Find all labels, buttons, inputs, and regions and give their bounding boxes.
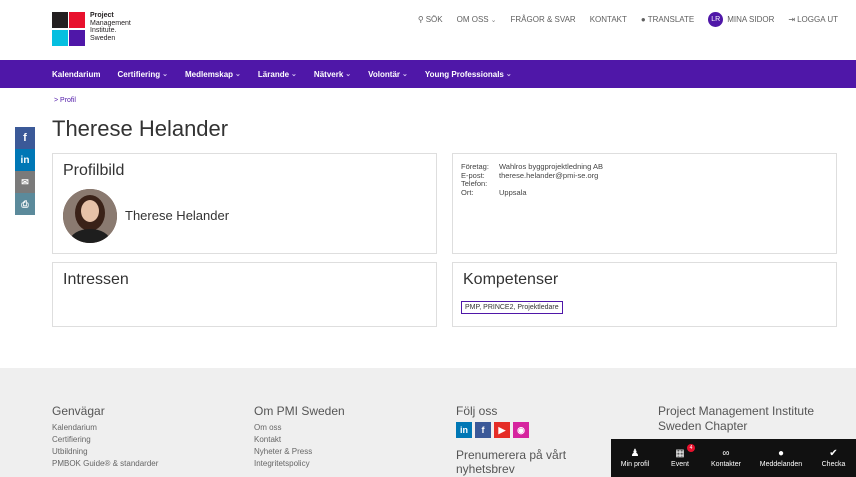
nav-item-larande[interactable]: Lärande ⌄ <box>258 70 297 79</box>
chevron-down-icon: ⌄ <box>490 16 497 24</box>
logout-icon: ⇥ <box>788 15 796 24</box>
meddelanden-button[interactable]: ● Meddelanden <box>751 439 811 477</box>
city-row: Ort: Uppsala <box>461 187 527 197</box>
translate-link[interactable]: ● TRANSLATE <box>641 15 694 24</box>
footer-link[interactable]: Integritetspolicy <box>254 458 345 470</box>
footer-shortcuts: Genvägar Kalendarium Certifiering Utbild… <box>52 404 159 470</box>
member-action-bar: ♟ Min profil ▦ 4 Event ∞ Kontakter ● Med… <box>611 439 856 477</box>
kontakt-link[interactable]: KONTAKT <box>590 15 627 24</box>
nav-item-medlemskap[interactable]: Medlemskap ⌄ <box>185 70 241 79</box>
linkedin-icon[interactable]: in <box>15 149 35 171</box>
linkedin-icon[interactable]: in <box>456 422 472 438</box>
instagram-icon[interactable]: ◉ <box>513 422 529 438</box>
footer-about: Om PMI Sweden Om oss Kontakt Nyheter & P… <box>254 404 345 470</box>
nav-item-kalendarium[interactable]: Kalendarium <box>52 70 100 79</box>
competences-card: Kompetenser PMP, PRINCE2, Projektledare <box>452 262 837 327</box>
checka-button[interactable]: ✔ Checka <box>811 439 856 477</box>
competence-tag: PMP, PRINCE2, Projektledare <box>461 301 563 314</box>
calendar-icon: ▦ <box>675 448 685 459</box>
profile-photo <box>63 189 117 243</box>
chevron-down-icon: ⌄ <box>235 71 241 78</box>
profile-name: Therese Helander <box>125 208 230 223</box>
youtube-icon[interactable]: ▶ <box>494 422 510 438</box>
footer-link[interactable]: Kalendarium <box>52 422 158 434</box>
footer-link[interactable]: Kontakt <box>254 434 345 446</box>
share-bar: f in ✉ ⎙ <box>15 127 35 215</box>
link-icon: ∞ <box>722 448 730 459</box>
footer-follow: Följ oss in f ▶ ◉ Prenumerera på vårt ny… <box>456 404 596 476</box>
footer-link[interactable]: PMBOK Guide® & standarder <box>52 458 158 470</box>
phone-row: Telefon: <box>461 179 488 188</box>
fragor-link[interactable]: FRÅGOR & SVAR <box>511 15 576 24</box>
nav-item-volontar[interactable]: Volontär ⌄ <box>368 70 408 79</box>
facebook-icon[interactable]: f <box>475 422 491 438</box>
facebook-icon[interactable]: f <box>15 127 35 149</box>
mina-sidor-link[interactable]: LR MINA SIDOR <box>708 12 774 27</box>
nav-item-young-professionals[interactable]: Young Professionals ⌄ <box>425 70 512 79</box>
profile-card: Profilbild Therese Helander <box>52 153 437 254</box>
print-icon[interactable]: ⎙ <box>15 193 35 215</box>
email-icon[interactable]: ✉ <box>15 171 35 193</box>
check-icon: ✔ <box>829 448 838 459</box>
competences-title: Kompetenser <box>463 271 559 288</box>
pmi-logo-mark <box>52 12 85 46</box>
chevron-down-icon: ⌄ <box>162 71 169 78</box>
footer-link[interactable]: Utbildning <box>52 446 158 458</box>
top-nav: ⚲ SÖK OM OSS ⌄ FRÅGOR & SVAR KONTAKT ● T… <box>418 12 838 27</box>
footer-link[interactable]: Nyheter & Press <box>254 446 345 458</box>
email-value[interactable]: therese.helander@pmi-se.org <box>499 171 598 181</box>
chat-icon: ● <box>777 448 785 459</box>
footer-link[interactable]: Om oss <box>254 422 345 434</box>
pmi-logo[interactable]: Project Management Institute. Sweden <box>52 12 131 46</box>
chevron-down-icon: ⌄ <box>291 71 297 78</box>
search-link[interactable]: ⚲ SÖK <box>418 15 443 24</box>
kontakter-button[interactable]: ∞ Kontakter <box>701 439 751 477</box>
chevron-down-icon: ⌄ <box>345 71 352 78</box>
main-nav: Kalendarium Certifiering ⌄ Medlemskap ⌄ Lä… <box>0 60 856 88</box>
event-badge: 4 <box>687 444 695 452</box>
newsletter-link[interactable]: Prenumerera på vårt nyhetsbrev <box>456 448 596 476</box>
interests-card: Intressen <box>52 262 437 327</box>
top-header: Project Management Institute. Sweden ⚲ S… <box>0 0 856 60</box>
page-title: Therese Helander <box>52 116 229 141</box>
interests-title: Intressen <box>63 271 129 288</box>
profile-card-title: Profilbild <box>63 162 125 179</box>
user-icon: ♟ <box>630 448 640 459</box>
logout-link[interactable]: ⇥ LOGGA UT <box>788 15 838 24</box>
globe-icon: ● <box>640 15 646 24</box>
avatar: LR <box>708 12 724 27</box>
om-oss-menu[interactable]: OM OSS ⌄ <box>457 15 497 24</box>
min-profil-button[interactable]: ♟ Min profil <box>611 439 659 477</box>
contact-info-card: Företag: Wahlros byggprojektledning AB E-… <box>452 153 837 254</box>
footer-link[interactable]: Certifiering <box>52 434 158 446</box>
logo-text: Project Management Institute. Sweden <box>90 12 131 42</box>
chevron-down-icon: ⌄ <box>505 71 512 78</box>
chevron-down-icon: ⌄ <box>402 71 408 78</box>
breadcrumb[interactable]: > Profil <box>54 97 76 104</box>
nav-item-certifiering[interactable]: Certifiering ⌄ <box>117 70 168 79</box>
event-button[interactable]: ▦ 4 Event <box>659 439 701 477</box>
footer-pmi: Project Management Institute Sweden Chap… <box>658 404 815 433</box>
nav-item-natverk[interactable]: Nätverk ⌄ <box>314 70 351 79</box>
search-icon: ⚲ <box>417 15 424 24</box>
